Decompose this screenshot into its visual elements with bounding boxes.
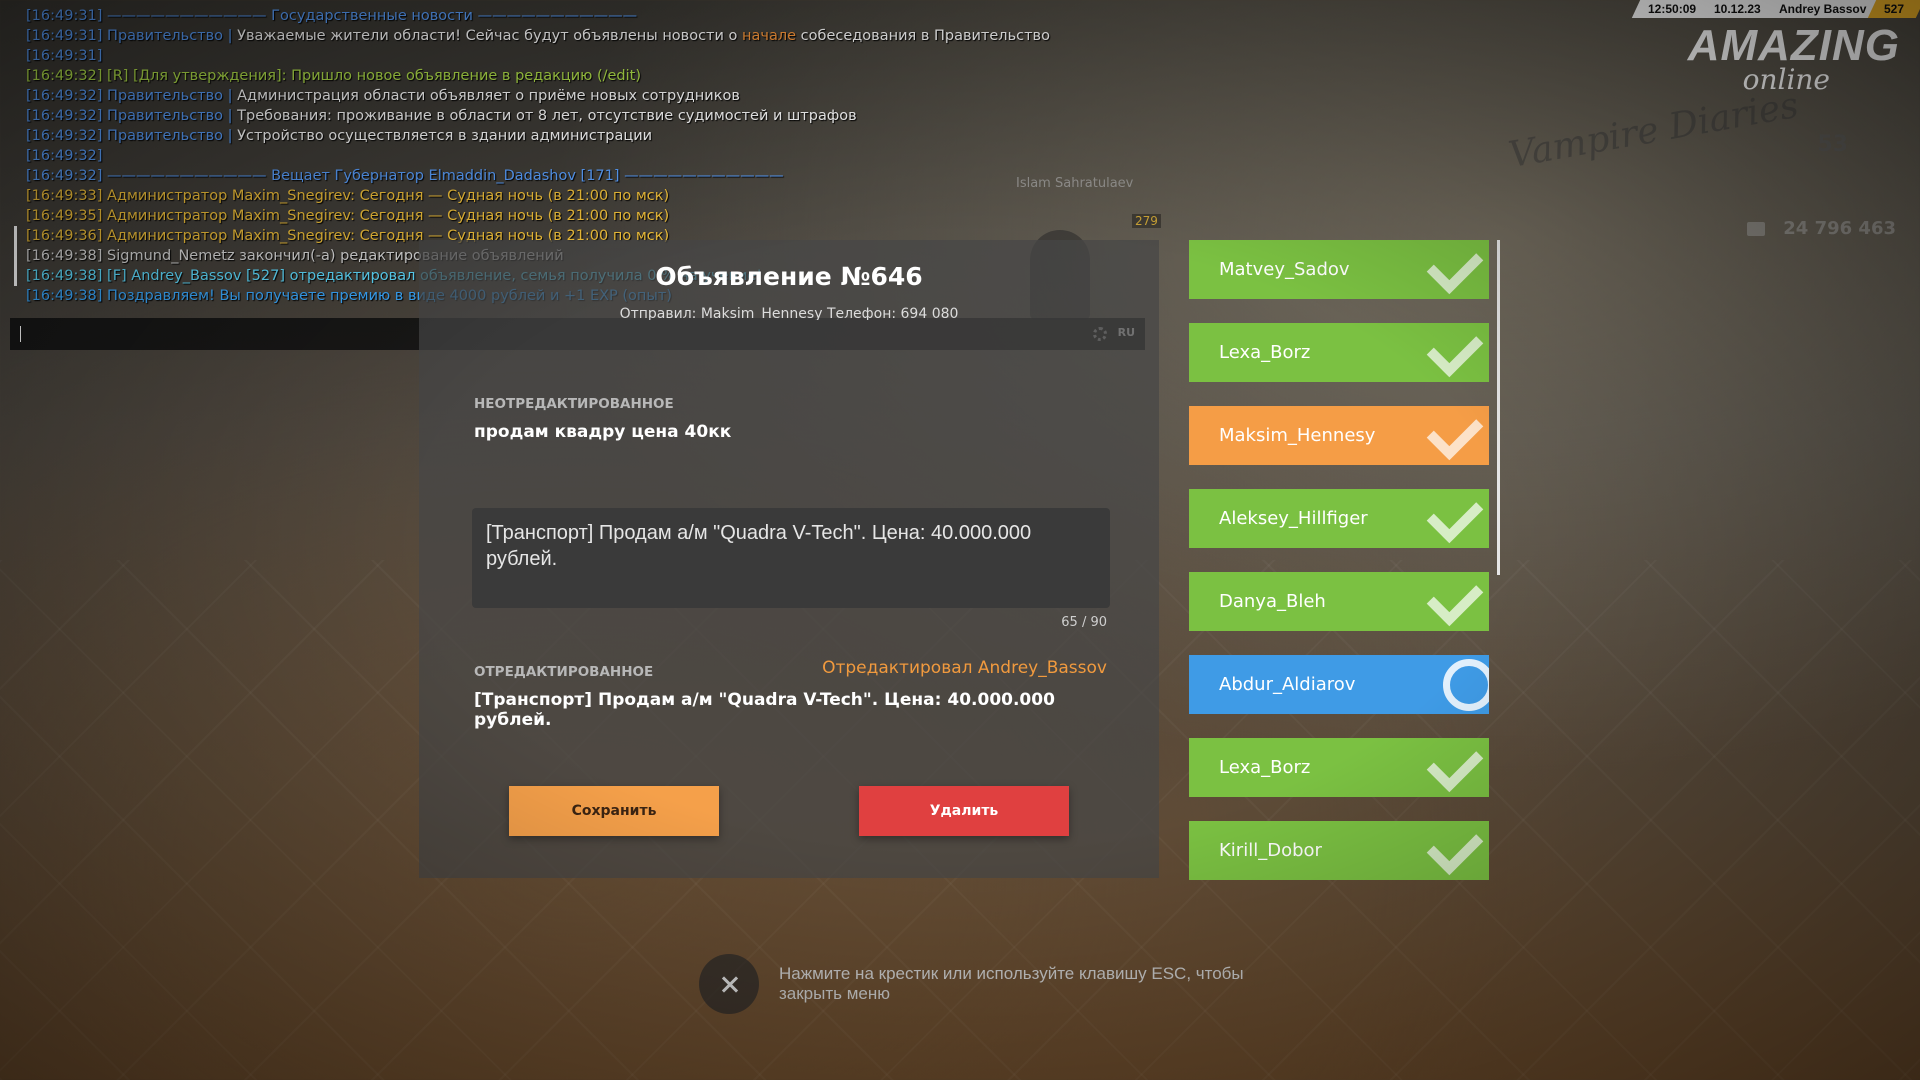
unedited-text: продам квадру цена 40кк <box>474 422 732 442</box>
queue-item-name: Aleksey_Hillfiger <box>1219 508 1368 529</box>
queue-item[interactable]: Matvey_Sadov <box>1189 240 1489 299</box>
close-button[interactable] <box>699 954 759 1014</box>
queue-item[interactable]: Maksim_Hennesy <box>1189 406 1489 465</box>
queue-item[interactable]: Lexa_Borz <box>1189 323 1489 382</box>
modal-title: Объявление №646 <box>655 262 923 291</box>
check-icon <box>1426 323 1484 378</box>
chat-line: [16:49:31] ——————————— Государственные н… <box>26 6 1166 26</box>
wallet-icon <box>1747 221 1766 236</box>
queue-item-name: Danya_Bleh <box>1219 591 1326 612</box>
background-number: 53 <box>1817 132 1848 157</box>
hud-status-bar: 12:50:09 10.12.23 Andrey Bassov 527 <box>1631 0 1920 18</box>
check-icon <box>1426 821 1484 876</box>
char-counter: 65 / 90 <box>1061 615 1107 630</box>
logo-text: AMAZING <box>1687 21 1900 70</box>
check-icon <box>1426 489 1484 544</box>
unedited-label: НЕОТРЕДАКТИРОВАННОЕ <box>474 396 674 412</box>
chat-segment: [16:49:31] Правительство | <box>26 28 238 44</box>
chat-segment: Требования: проживание в области от 8 ле… <box>237 108 857 124</box>
money-value: 24 796 463 <box>1783 218 1896 239</box>
chat-line: [16:49:33] Администратор Maxim_Snegirev:… <box>26 186 1166 206</box>
chat-line: [16:49:32] Правительство | Устройство ос… <box>26 126 1166 146</box>
check-icon <box>1426 738 1484 793</box>
check-icon <box>1426 572 1484 627</box>
chat-segment: [16:49:35] Администратор Maxim_Snegirev:… <box>26 208 670 224</box>
ad-sender-info: Отправил: Maksim_Hennesy Телефон: 694 08… <box>619 306 959 320</box>
chat-segment: [16:49:32] Правительство | <box>26 88 238 104</box>
chat-line: [16:49:32] [R] [Для утверждения]: Пришло… <box>26 66 1166 86</box>
text-caret <box>20 326 21 342</box>
logo-subtext: online <box>1742 63 1830 96</box>
save-button[interactable]: Сохранить <box>509 786 719 836</box>
queue-item-name: Lexa_Borz <box>1219 757 1311 778</box>
ad-queue-list: Matvey_Sadov Lexa_Borz Maksim_Hennesy Aleks… <box>1189 240 1489 904</box>
chat-segment: Устройство осуществляется в здании админ… <box>237 128 653 144</box>
queue-item[interactable]: Kirill_Dobor <box>1189 821 1489 880</box>
chat-line: [16:49:32] ——————————— Вещает Губернатор… <box>26 166 1166 186</box>
money-display: 24 796 463 <box>1747 218 1896 239</box>
queue-item[interactable]: Lexa_Borz <box>1189 738 1489 797</box>
queue-scrollbar[interactable] <box>1497 240 1500 575</box>
chat-segment: Уважаемые жители области! Сейчас будут о… <box>237 28 743 44</box>
check-icon <box>1426 240 1484 295</box>
edited-text: [Транспорт] Продам а/м "Quadra V-Tech". … <box>474 690 1055 730</box>
hud-player-name: Andrey Bassov <box>1762 0 1883 18</box>
ad-edit-modal: Объявление №646 Отправил: Maksim_Hennesy… <box>419 240 1159 878</box>
check-icon <box>1426 406 1484 461</box>
ad-edit-value: [Транспорт] Продам а/м "Quadra V-Tech". … <box>486 522 1032 570</box>
queue-item[interactable]: Aleksey_Hillfiger <box>1189 489 1489 548</box>
ad-edit-textarea[interactable]: [Транспорт] Продам а/м "Quadra V-Tech". … <box>472 508 1110 608</box>
chat-segment: [16:49:32] Правительство | <box>26 128 238 144</box>
edited-label: ОТРЕДАКТИРОВАННОЕ <box>474 664 654 680</box>
chat-segment: [16:49:31] <box>26 48 103 64</box>
queue-item-name: Abdur_Aldiarov <box>1219 674 1356 695</box>
chat-line: [16:49:31] Правительство | Уважаемые жит… <box>26 26 1166 46</box>
hud-player-id: 527 <box>1867 0 1920 18</box>
chat-line: [16:49:32] <box>26 146 1166 166</box>
queue-item-name: Kirill_Dobor <box>1219 840 1322 861</box>
chat-line: [16:49:35] Администратор Maxim_Snegirev:… <box>26 206 1166 226</box>
edited-by: Отредактировал Andrey_Bassov <box>822 658 1107 678</box>
chat-segment: собеседования в Правительство <box>796 28 1050 44</box>
chat-segment: [16:49:32] [R] [Для утверждения]: Пришло… <box>26 68 642 84</box>
chat-scroll-indicator <box>14 226 17 286</box>
chat-segment: [16:49:32] ——————————— Вещает Губернатор… <box>26 168 784 184</box>
chat-line: [16:49:31] <box>26 46 1166 66</box>
chat-line: [16:49:32] Правительство | Администрация… <box>26 86 1166 106</box>
chat-segment: Администрация области объявляет о приёме… <box>237 88 740 104</box>
queue-item-name: Lexa_Borz <box>1219 342 1311 363</box>
delete-button[interactable]: Удалить <box>859 786 1069 836</box>
queue-item[interactable]: Danya_Bleh <box>1189 572 1489 631</box>
chat-segment: [16:49:32] Правительство | <box>26 108 238 124</box>
chat-segment: [16:49:31] ——————————— Государственные н… <box>26 8 638 24</box>
background-show-logo: Vampire Diaries <box>1505 84 1802 177</box>
queue-item-name: Maksim_Hennesy <box>1219 425 1376 446</box>
queue-item-name: Matvey_Sadov <box>1219 259 1350 280</box>
chat-segment: [16:49:33] Администратор Maxim_Snegirev:… <box>26 188 670 204</box>
chat-segment: начале <box>742 28 797 44</box>
chat-segment: [16:49:32] <box>26 148 103 164</box>
chat-line: [16:49:32] Правительство | Требования: п… <box>26 106 1166 126</box>
queue-item[interactable]: Abdur_Aldiarov <box>1189 655 1489 714</box>
search-icon <box>1443 659 1489 711</box>
close-hint: Нажмите на крестик или используйте клави… <box>779 964 1244 1003</box>
server-logo: AMAZING online <box>1660 21 1900 96</box>
